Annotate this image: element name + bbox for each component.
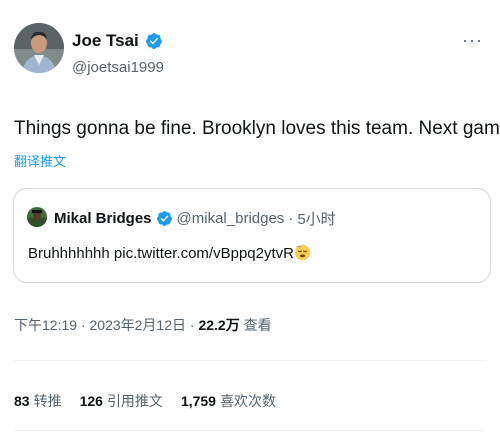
tweet-date[interactable]: 2023年2月12日	[90, 317, 187, 333]
separator-dot: ·	[288, 210, 294, 227]
sleepy-face-emoji-icon	[294, 244, 311, 261]
verified-badge-icon	[156, 211, 172, 226]
retweets-stat[interactable]: 83 转推	[14, 391, 62, 411]
divider	[14, 430, 486, 431]
separator-dot: ·	[80, 317, 86, 333]
quoted-tweet-text: Bruhhhhhhh pic.twitter.com/vBppq2ytvR	[28, 245, 294, 262]
separator-dot: ·	[189, 317, 195, 333]
tweet-meta: 下午12:19 · 2023年2月12日 · 22.2万 查看	[14, 315, 272, 335]
views-count: 22.2万	[198, 317, 240, 333]
author-handle[interactable]: @joetsai1999	[72, 59, 164, 76]
likes-count: 1,759	[180, 393, 216, 409]
retweets-count: 83	[14, 393, 30, 409]
person-avatar-icon	[27, 207, 47, 227]
tweet-time[interactable]: 下午12:19	[14, 317, 77, 333]
quoted-tweet-header: Mikal Bridges @mikal_bridges · 5小时	[54, 208, 336, 229]
likes-label: 喜欢次数	[219, 393, 276, 409]
quote-tweets-count: 126	[79, 393, 103, 409]
likes-stat[interactable]: 1,759 喜欢次数	[181, 391, 276, 411]
engagement-stats: 83 转推 126 引用推文 1,759 喜欢次数	[14, 391, 276, 411]
more-options-button[interactable]: ···	[462, 30, 483, 51]
tweet-text: Things gonna be fine. Brooklyn loves thi…	[14, 118, 500, 139]
divider	[14, 360, 486, 361]
verified-badge-icon	[145, 33, 162, 49]
quote-tweets-stat[interactable]: 126 引用推文	[80, 391, 163, 411]
author-name[interactable]: Joe Tsai	[72, 31, 139, 51]
quote-tweets-label: 引用推文	[106, 393, 163, 409]
quoted-author-name[interactable]: Mikal Bridges	[54, 210, 152, 227]
author-name-row[interactable]: Joe Tsai	[72, 31, 163, 51]
views-label: 查看	[243, 317, 272, 333]
person-avatar-icon	[14, 23, 64, 73]
translate-tweet-link[interactable]: 翻译推文	[14, 151, 66, 170]
quoted-tweet-time[interactable]: 5小时	[297, 208, 335, 229]
quoted-author-handle[interactable]: @mikal_bridges	[177, 210, 285, 227]
quoted-tweet-card[interactable]: Mikal Bridges @mikal_bridges · 5小时 Bruhh…	[13, 188, 491, 283]
author-avatar[interactable]	[14, 23, 64, 73]
quoted-author-avatar[interactable]	[27, 207, 47, 227]
retweets-label: 转推	[33, 393, 62, 409]
quoted-tweet-text-row: Bruhhhhhhh pic.twitter.com/vBppq2ytvR	[28, 244, 311, 262]
